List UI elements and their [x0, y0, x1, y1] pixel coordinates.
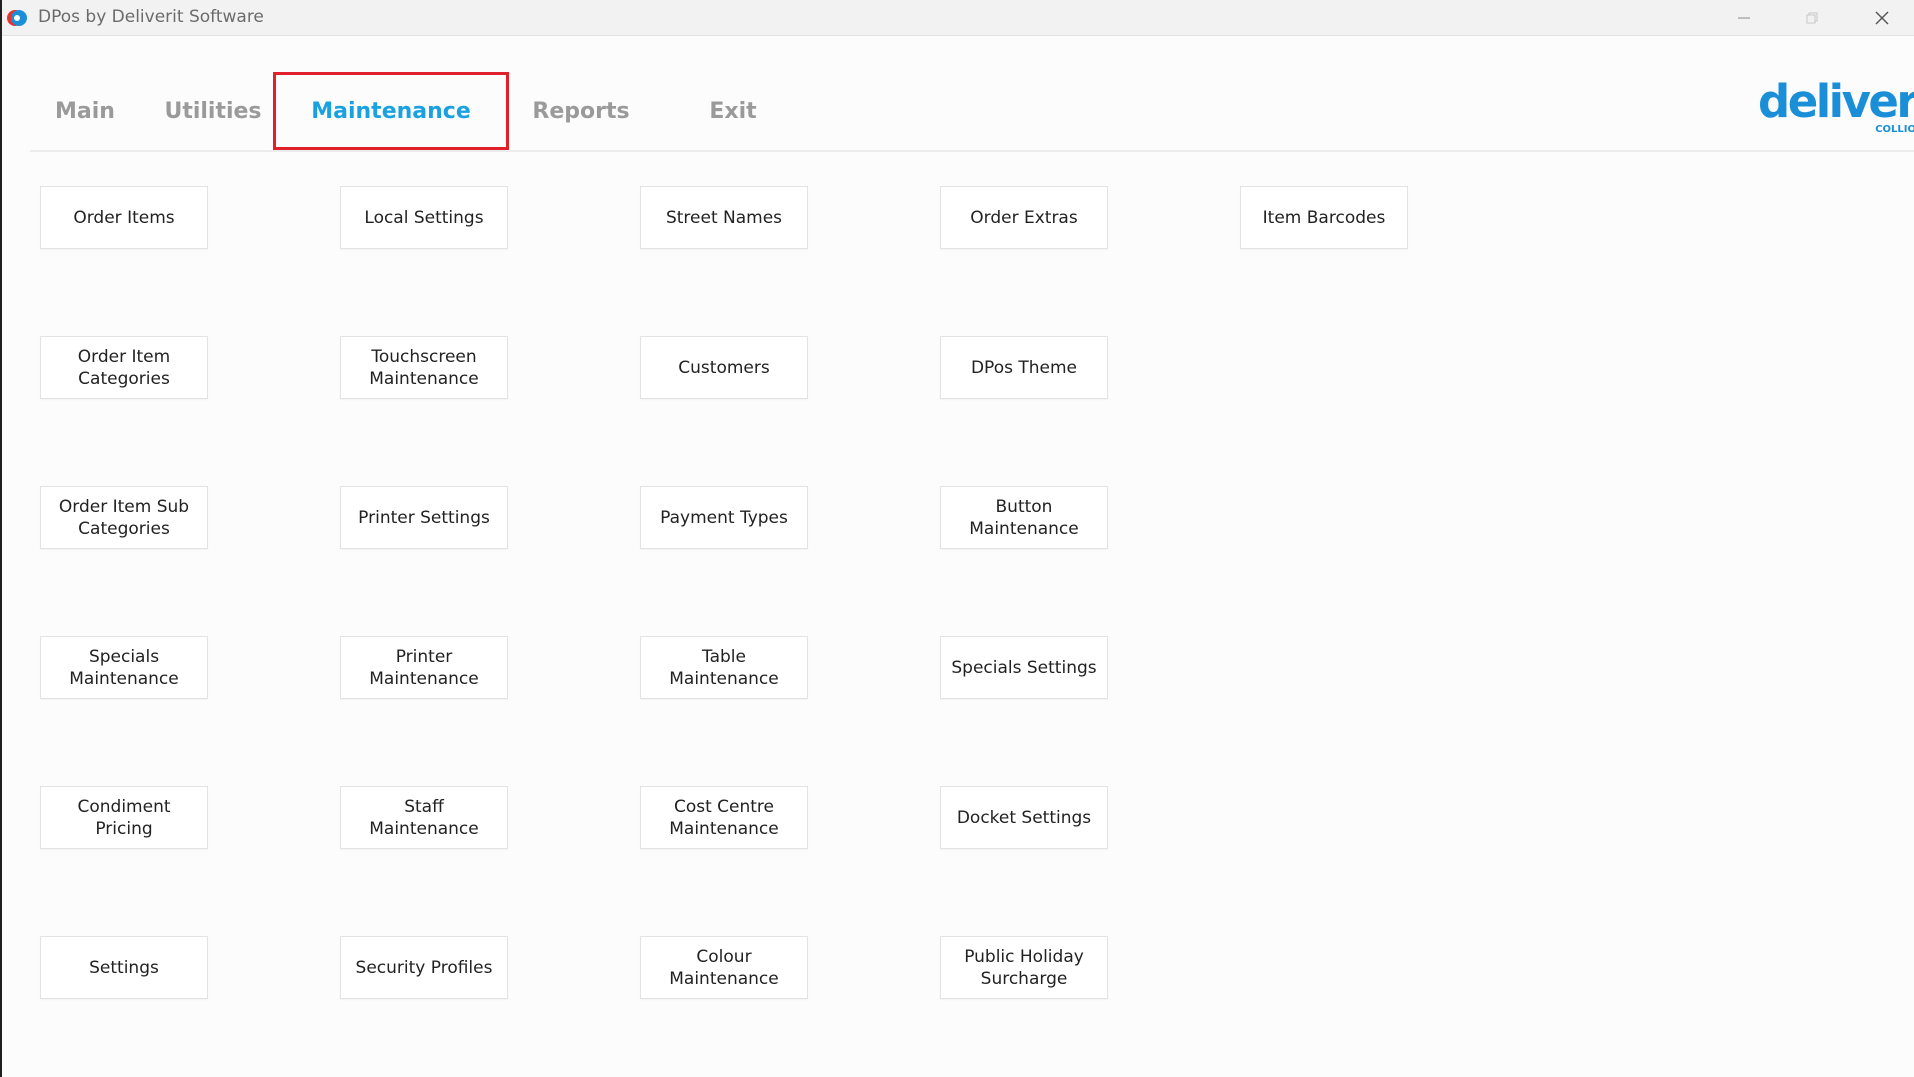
dpos-theme-button[interactable]: DPos Theme [940, 336, 1108, 399]
cost-centre-maintenance-button[interactable]: Cost Centre Maintenance [640, 786, 808, 849]
restore-icon [1806, 12, 1818, 24]
close-icon [1875, 11, 1889, 25]
tab-utilities[interactable]: Utilities [162, 72, 264, 150]
order-item-sub-categories-button[interactable]: Order Item Sub Categories [40, 486, 208, 549]
item-barcodes-button[interactable]: Item Barcodes [1240, 186, 1408, 249]
app-window: DPos by Deliverit Software Main Utilitie… [0, 0, 1914, 1077]
street-names-button[interactable]: Street Names [640, 186, 808, 249]
touchscreen-maintenance-button[interactable]: Touchscreen Maintenance [340, 336, 508, 399]
tab-exit[interactable]: Exit [702, 72, 764, 150]
tab-reports[interactable]: Reports [530, 72, 632, 150]
button-maintenance-button[interactable]: Button Maintenance [940, 486, 1108, 549]
specials-settings-button[interactable]: Specials Settings [940, 636, 1108, 699]
title-bar: DPos by Deliverit Software [2, 0, 1914, 36]
minimize-button[interactable] [1710, 0, 1778, 36]
docket-settings-button[interactable]: Docket Settings [940, 786, 1108, 849]
staff-maintenance-button[interactable]: Staff Maintenance [340, 786, 508, 849]
settings-button[interactable]: Settings [40, 936, 208, 999]
order-item-categories-button[interactable]: Order Item Categories [40, 336, 208, 399]
local-settings-button[interactable]: Local Settings [340, 186, 508, 249]
tab-main[interactable]: Main [46, 72, 124, 150]
logo-subtext: COLLIO [1875, 124, 1914, 135]
order-items-button[interactable]: Order Items [40, 186, 208, 249]
printer-maintenance-button[interactable]: Printer Maintenance [340, 636, 508, 699]
table-maintenance-button[interactable]: Table Maintenance [640, 636, 808, 699]
condiment-pricing-button[interactable]: Condiment Pricing [40, 786, 208, 849]
printer-settings-button[interactable]: Printer Settings [340, 486, 508, 549]
maximize-button[interactable] [1778, 0, 1846, 36]
deliverit-logo: deliverit COLLIO [1758, 76, 1914, 142]
public-holiday-surcharge-button[interactable]: Public Holiday Surcharge [940, 936, 1108, 999]
minimize-icon [1738, 17, 1750, 19]
order-extras-button[interactable]: Order Extras [940, 186, 1108, 249]
tab-maintenance[interactable]: Maintenance [273, 72, 509, 150]
app-logo-icon [7, 10, 27, 26]
customers-button[interactable]: Customers [640, 336, 808, 399]
window-title: DPos by Deliverit Software [38, 7, 264, 27]
security-profiles-button[interactable]: Security Profiles [340, 936, 508, 999]
colour-maintenance-button[interactable]: Colour Maintenance [640, 936, 808, 999]
close-button[interactable] [1848, 0, 1914, 36]
payment-types-button[interactable]: Payment Types [640, 486, 808, 549]
tab-divider [30, 150, 1914, 152]
specials-maintenance-button[interactable]: Specials Maintenance [40, 636, 208, 699]
tab-bar: Main Utilities Maintenance Reports Exit [2, 72, 1914, 152]
logo-wordmark: deliverit [1758, 75, 1914, 128]
